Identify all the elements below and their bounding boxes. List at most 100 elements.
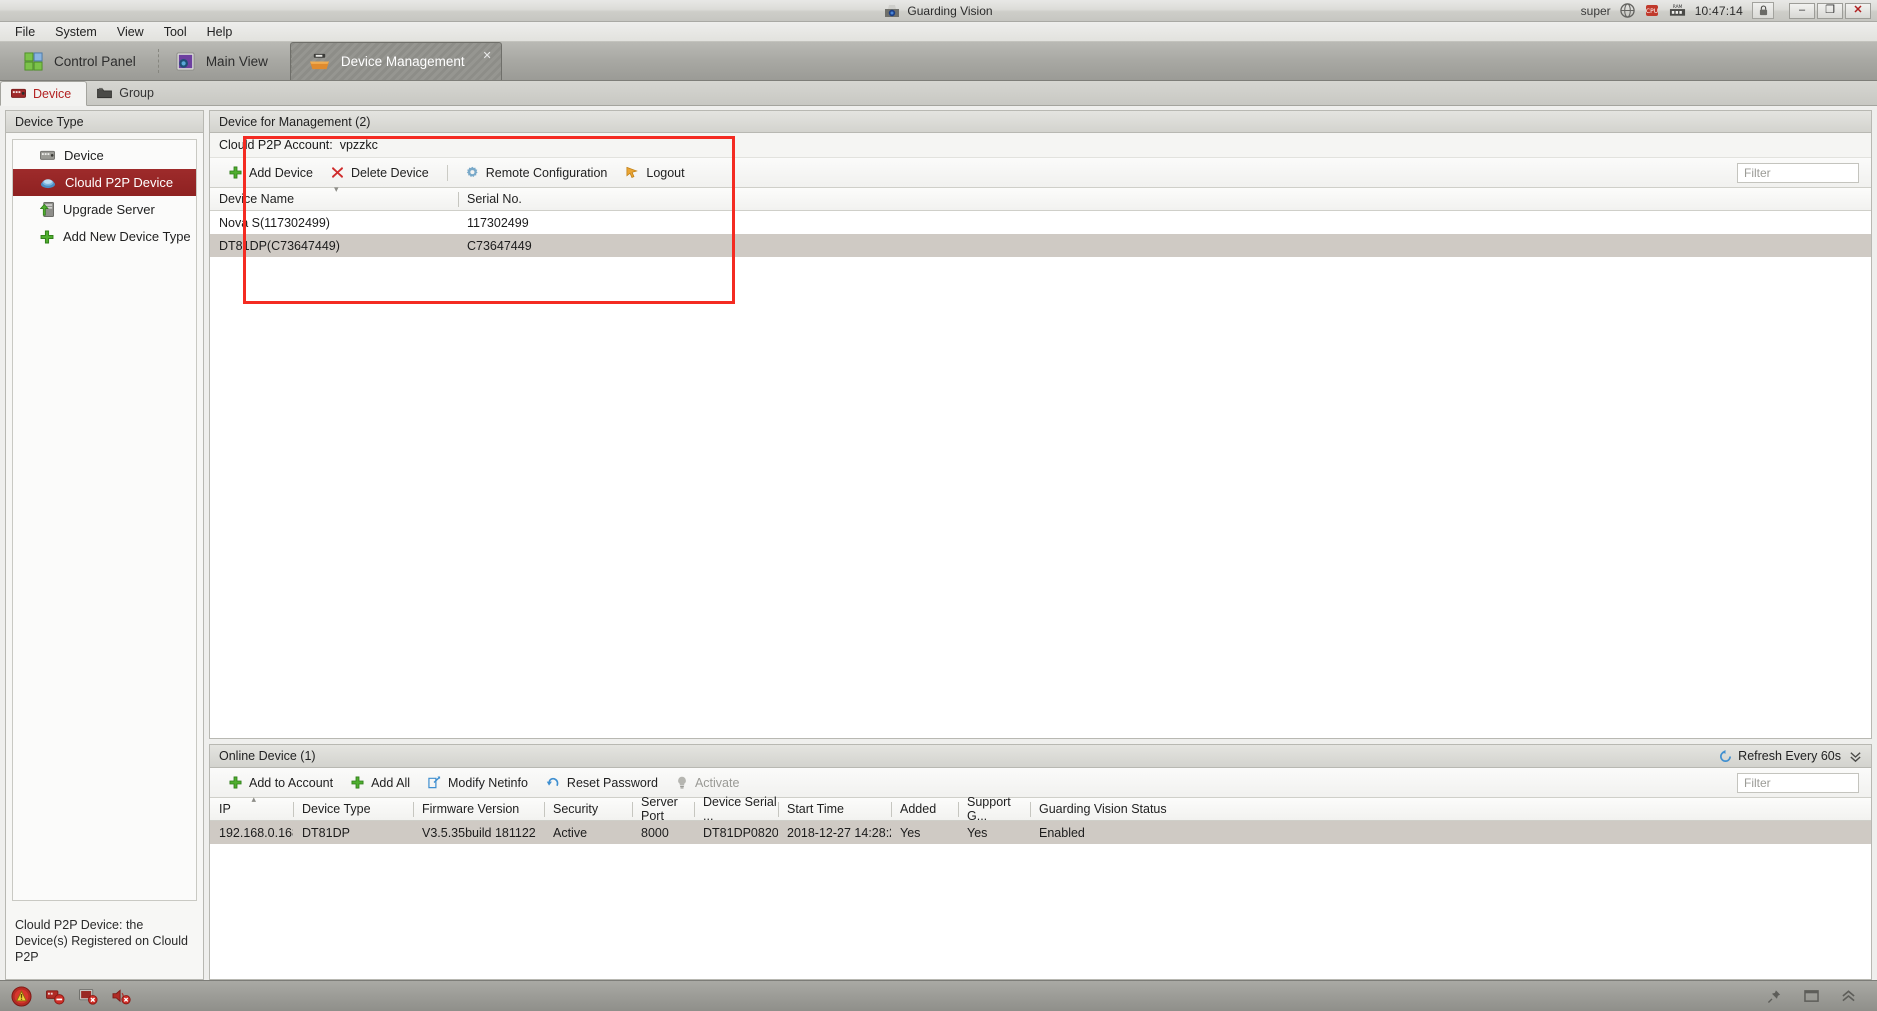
sub-tab-group-label: Group xyxy=(119,85,154,100)
main-tab-bar: Control Panel Main View Device Managemen… xyxy=(0,42,1877,81)
sub-tab-group[interactable]: Group xyxy=(87,80,169,105)
folder-icon xyxy=(97,87,113,99)
add-device-button[interactable]: Add Device xyxy=(220,163,322,183)
refresh-every-60s-button[interactable]: Refresh Every 60s xyxy=(1719,749,1841,763)
logout-arrow-icon xyxy=(625,166,639,179)
column-header-server-port[interactable]: Server Port xyxy=(632,795,694,823)
tab-device-management[interactable]: Device Management ✕ xyxy=(289,42,502,80)
cloud-icon xyxy=(40,177,56,189)
column-header-device-serial[interactable]: Device Serial ... xyxy=(694,795,778,823)
cpu-icon[interactable]: CPU xyxy=(1644,3,1660,18)
device-icon xyxy=(11,88,26,99)
application-window: Guarding Vision super CPU RAM 10:47:14 –… xyxy=(0,0,1877,1011)
tab-main-view[interactable]: Main View xyxy=(157,42,290,80)
device-type-list: Device Clould P2P Device Upgrade Server … xyxy=(12,139,197,901)
menu-item-help[interactable]: Help xyxy=(198,23,242,41)
menu-item-system[interactable]: System xyxy=(46,23,106,41)
sidebar-item-upgrade-server-label: Upgrade Server xyxy=(63,202,155,217)
screen-error-icon[interactable] xyxy=(79,988,98,1005)
column-header-serial-no[interactable]: Serial No. xyxy=(458,188,1758,211)
menu-bar: File System View Tool Help xyxy=(0,22,1877,42)
lock-icon[interactable] xyxy=(1752,2,1774,19)
status-bar-right xyxy=(1767,989,1866,1004)
sidebar-item-add-new-device-type-label: Add New Device Type xyxy=(63,229,191,244)
device-management-toolbar: Add Device Delete Device Remote Configur… xyxy=(210,158,1871,188)
sidebar-item-add-new-device-type[interactable]: Add New Device Type xyxy=(13,223,196,250)
column-header-start-time[interactable]: Start Time xyxy=(778,798,891,821)
online-device-panel: Online Device (1) Refresh Every 60s Add … xyxy=(209,744,1872,980)
tab-close-icon[interactable]: ✕ xyxy=(482,49,491,62)
add-device-label: Add Device xyxy=(249,165,313,180)
add-all-label: Add All xyxy=(371,775,411,790)
modify-netinfo-label: Modify Netinfo xyxy=(448,775,528,790)
sub-tab-bar: Device Group xyxy=(0,81,1877,106)
management-table-body: Nova S(117302499) 117302499 DT81DP(C7364… xyxy=(210,211,1871,738)
title-bar: Guarding Vision super CPU RAM 10:47:14 –… xyxy=(0,0,1877,22)
column-header-added[interactable]: Added xyxy=(891,798,958,821)
pin-icon[interactable] xyxy=(1767,989,1782,1004)
control-panel-icon xyxy=(24,51,43,71)
plus-green-icon xyxy=(351,776,364,789)
tab-main-view-label: Main View xyxy=(205,53,268,69)
sidebar-item-cloud-p2p-device[interactable]: Clould P2P Device xyxy=(13,169,196,196)
sidebar-item-upgrade-server[interactable]: Upgrade Server xyxy=(13,196,196,223)
add-all-button[interactable]: Add All xyxy=(342,773,419,793)
sort-caret-icon: ▴ xyxy=(251,793,257,804)
sidebar-item-device[interactable]: Device xyxy=(13,142,196,169)
add-to-account-button[interactable]: Add to Account xyxy=(220,773,342,793)
restore-button[interactable]: ❐ xyxy=(1817,2,1843,19)
sidebar-item-device-label: Device xyxy=(64,148,104,163)
modify-netinfo-button[interactable]: Modify Netinfo xyxy=(419,773,537,793)
cell-support-g: Yes xyxy=(967,825,988,840)
cell-server-port: 8000 xyxy=(641,825,669,840)
close-button[interactable]: ✕ xyxy=(1845,2,1871,19)
reset-password-button[interactable]: Reset Password xyxy=(537,773,667,793)
remote-configuration-label: Remote Configuration xyxy=(485,165,608,180)
management-filter-input[interactable]: Filter xyxy=(1737,163,1859,183)
menu-item-tool[interactable]: Tool xyxy=(155,23,196,41)
column-header-guarding-vision-status[interactable]: Guarding Vision Status xyxy=(1030,798,1330,821)
remote-configuration-button[interactable]: Remote Configuration xyxy=(457,163,617,183)
menu-item-file[interactable]: File xyxy=(6,23,44,41)
status-bar xyxy=(0,980,1877,1011)
device-type-panel: Device Type Device Clould P2P Device Upg… xyxy=(5,110,204,980)
plus-green-icon xyxy=(229,776,242,789)
plus-green-icon xyxy=(40,230,54,244)
ram-icon[interactable]: RAM xyxy=(1669,3,1686,18)
device-offline-icon[interactable] xyxy=(46,988,65,1005)
tab-control-panel[interactable]: Control Panel xyxy=(6,42,158,80)
table-row[interactable]: Nova S(117302499) 117302499 xyxy=(210,211,1871,234)
table-row[interactable]: 192.168.0.168 DT81DP V3.5.35build 181122… xyxy=(210,821,1871,844)
column-header-ip[interactable]: ▴ IP xyxy=(210,794,293,821)
menu-item-view[interactable]: View xyxy=(108,23,153,41)
cell-device-serial: DT81DP08201... xyxy=(703,825,778,840)
undo-arrow-icon xyxy=(546,776,560,789)
online-device-header-actions: Refresh Every 60s xyxy=(1719,749,1862,763)
window-icon[interactable] xyxy=(1804,989,1819,1003)
sub-tab-device-label: Device xyxy=(33,86,72,101)
alarm-warning-icon[interactable] xyxy=(11,985,32,1007)
column-header-support-g[interactable]: Support G... xyxy=(958,795,1030,823)
globe-icon[interactable] xyxy=(1619,3,1635,18)
logout-button[interactable]: Logout xyxy=(616,163,693,183)
column-header-device-type[interactable]: Device Type xyxy=(293,798,413,821)
column-header-device-type-label: Device Type xyxy=(302,802,371,816)
chevron-up-icon[interactable] xyxy=(1841,989,1856,1003)
sub-tab-device[interactable]: Device xyxy=(0,81,88,106)
column-header-security[interactable]: Security xyxy=(544,798,632,821)
app-title: Guarding Vision xyxy=(907,3,993,18)
sort-caret-icon: ▾ xyxy=(334,183,339,194)
column-header-device-name[interactable]: ▾ Device Name xyxy=(210,184,458,211)
cloud-account-label: Clould P2P Account: xyxy=(219,138,333,152)
column-header-firmware-version[interactable]: Firmware Version xyxy=(413,798,544,821)
minimize-button[interactable]: – xyxy=(1789,2,1815,19)
online-filter-input[interactable]: Filter xyxy=(1737,773,1859,793)
window-controls: – ❐ ✕ xyxy=(1789,2,1871,19)
cell-ip: 192.168.0.168 xyxy=(219,825,293,840)
delete-device-button[interactable]: Delete Device xyxy=(322,163,438,183)
cell-start-time: 2018-12-27 14:28:22 xyxy=(787,825,891,840)
chevron-double-down-icon[interactable] xyxy=(1849,750,1862,763)
table-row[interactable]: DT81DP(C73647449) C73647449 xyxy=(210,234,1871,257)
speaker-error-icon[interactable] xyxy=(112,988,131,1005)
activate-button: Activate xyxy=(667,773,748,793)
